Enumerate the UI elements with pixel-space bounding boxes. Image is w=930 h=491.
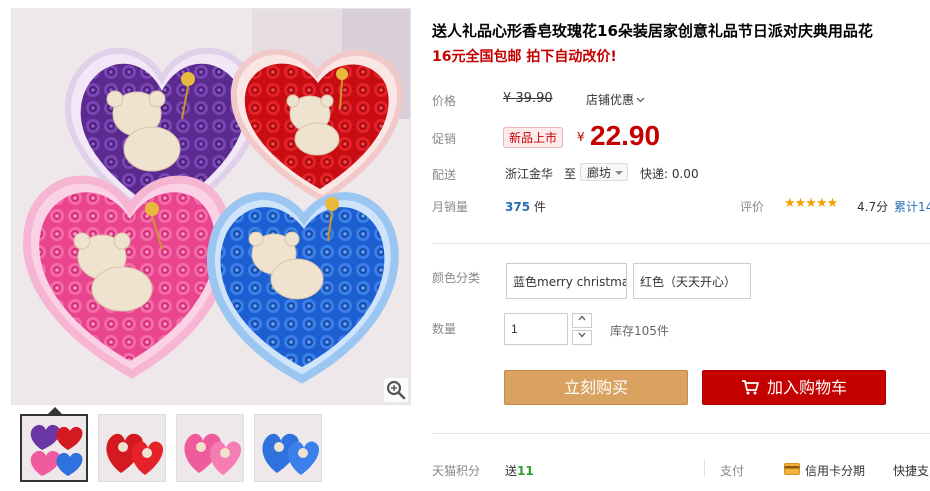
sku-option-blue[interactable]: 蓝色merry christmas xyxy=(506,263,627,299)
add-to-cart-label: 加入购物车 xyxy=(766,378,847,397)
new-arrival-badge: 新品上市 xyxy=(503,127,564,148)
ship-to-word: 至 xyxy=(564,167,577,181)
cart-icon xyxy=(741,380,759,395)
divider xyxy=(432,243,930,244)
color-category-label: 颜色分类 xyxy=(432,271,481,285)
accumulated-reviews-link[interactable]: 累计14 xyxy=(894,198,930,215)
rating-label: 评价 xyxy=(740,200,765,214)
points-prefix: 送 xyxy=(505,464,518,478)
price-label: 价格 xyxy=(432,94,457,108)
quantity-decrease-button[interactable] xyxy=(572,330,592,345)
monthly-sales-value: 375 xyxy=(505,200,531,214)
shop-discount-label: 店铺优惠 xyxy=(586,93,635,107)
promo-price-label: 促销 xyxy=(432,132,457,146)
quantity-increase-button[interactable] xyxy=(572,313,592,328)
main-product-image[interactable] xyxy=(11,8,411,405)
sku-option-red[interactable]: 红色（天天开心） xyxy=(633,263,751,299)
divider xyxy=(432,433,930,434)
monthly-sales-label: 月销量 xyxy=(432,200,469,214)
chevron-down-icon xyxy=(578,332,586,338)
destination-city: 廊坊 xyxy=(587,166,612,180)
monthly-sales-unit: 件 xyxy=(533,200,546,214)
star-rating-icon: ★★★★★ xyxy=(784,196,838,211)
quick-pay[interactable]: 快捷支 xyxy=(893,462,929,479)
express-fee: 快递: 0.00 xyxy=(640,167,699,181)
active-thumb-indicator xyxy=(48,407,62,414)
thumbnail-4[interactable] xyxy=(254,414,322,482)
magnify-icon[interactable] xyxy=(384,378,408,402)
stock-count: 库存105件 xyxy=(610,324,669,338)
buy-now-button[interactable]: 立刻购买 xyxy=(504,370,688,405)
promo-price: 22.90 xyxy=(590,120,661,151)
divider xyxy=(704,460,705,476)
tmall-points-label: 天猫积分 xyxy=(432,464,481,478)
product-title: 送人礼品心形香皂玫瑰花16朵装居家创意礼品节日派对庆典用品花 xyxy=(432,22,873,40)
shop-discount-dropdown[interactable]: 店铺优惠 xyxy=(586,91,645,108)
thumbnail-2[interactable] xyxy=(98,414,166,482)
caret-down-icon xyxy=(615,171,623,175)
thumbnail-3[interactable] xyxy=(176,414,244,482)
thumbnail-1[interactable] xyxy=(20,414,88,482)
ship-from: 浙江金华 xyxy=(505,167,554,181)
chevron-down-icon xyxy=(636,97,645,103)
credit-card-icon xyxy=(784,463,800,475)
points-value: 11 xyxy=(517,464,534,478)
currency-symbol: ¥ xyxy=(577,130,585,144)
delivery-label: 配送 xyxy=(432,168,457,182)
chevron-up-icon xyxy=(578,315,586,321)
payment-label: 支付 xyxy=(720,464,745,478)
tmall-points: 送11 xyxy=(505,462,534,479)
original-price: ¥ 39.90 xyxy=(503,91,553,106)
add-to-cart-button[interactable]: 加入购物车 xyxy=(702,370,886,405)
quantity-input[interactable] xyxy=(504,313,568,345)
quantity-label: 数量 xyxy=(432,322,457,336)
monthly-sales: 375 件 xyxy=(505,198,546,215)
promo-text: 16元全国包邮 拍下自动改价! xyxy=(432,49,617,65)
destination-city-select[interactable]: 廊坊 xyxy=(580,163,628,181)
credit-card-installment[interactable]: 信用卡分期 xyxy=(805,462,865,479)
rating-score: 4.7分 xyxy=(857,200,889,214)
product-photo xyxy=(12,9,410,404)
